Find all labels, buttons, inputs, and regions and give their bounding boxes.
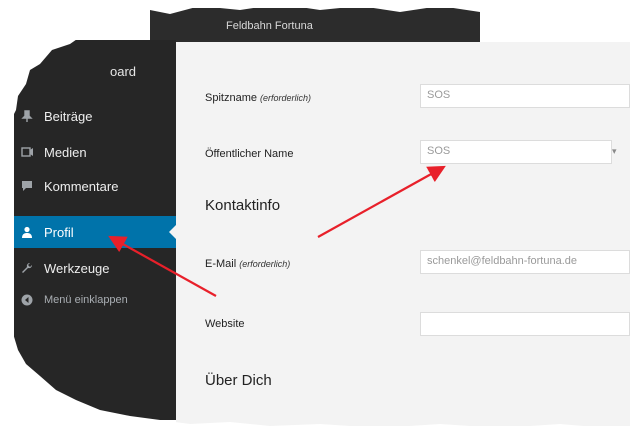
nickname-field[interactable]: SOS [420, 84, 630, 108]
about-heading: Über Dich [205, 372, 272, 389]
sidebar-item-label: Werkzeuge [44, 260, 110, 276]
admin-bar [150, 8, 480, 42]
sidebar-item-medien[interactable]: Medien [14, 136, 176, 168]
admin-sidebar: Beiträge Medien Kommentare Profil Werkze… [14, 40, 177, 420]
media-icon [20, 145, 34, 159]
email-label: E-Mail (erforderlich) [205, 258, 291, 270]
sidebar-item-label: Medien [44, 144, 87, 160]
sidebar-item-label: Beiträge [44, 108, 93, 124]
wrench-icon [20, 261, 34, 275]
nickname-label: Spitzname (erforderlich) [205, 92, 312, 104]
display-name-label: Öffentlicher Name [205, 148, 294, 160]
email-field[interactable]: schenkel@feldbahn-fortuna.de [420, 250, 630, 274]
contact-info-heading: Kontaktinfo [205, 197, 281, 214]
user-icon [20, 225, 34, 239]
sidebar-item-werkzeuge[interactable]: Werkzeuge [14, 252, 176, 284]
sidebar-item-label: Kommentare [44, 178, 119, 194]
chevron-down-icon[interactable]: ▾ [612, 146, 622, 158]
website-label: Website [205, 318, 245, 330]
sidebar-item-menu-einklappen[interactable]: Menü einklappen [14, 284, 176, 316]
collapse-icon [20, 293, 34, 307]
comment-icon [20, 179, 34, 193]
display-name-select[interactable]: SOS [420, 140, 612, 164]
site-title[interactable]: Feldbahn Fortuna [226, 20, 313, 32]
screenshot-stage: Feldbahn Fortuna Beiträge Medien Komment… [0, 0, 630, 444]
sidebar-item-beitraege[interactable]: Beiträge [14, 100, 176, 132]
sidebar-item-label: Menü einklappen [44, 294, 128, 306]
website-field[interactable] [420, 312, 630, 336]
sidebar-item-kommentare[interactable]: Kommentare [14, 170, 176, 202]
sidebar-item-label: Profil [44, 224, 74, 240]
sidebar-item-profil[interactable]: Profil [14, 216, 177, 248]
sidebar-item-dashboard-partial[interactable]: oard [110, 64, 136, 79]
pin-icon [20, 109, 34, 123]
